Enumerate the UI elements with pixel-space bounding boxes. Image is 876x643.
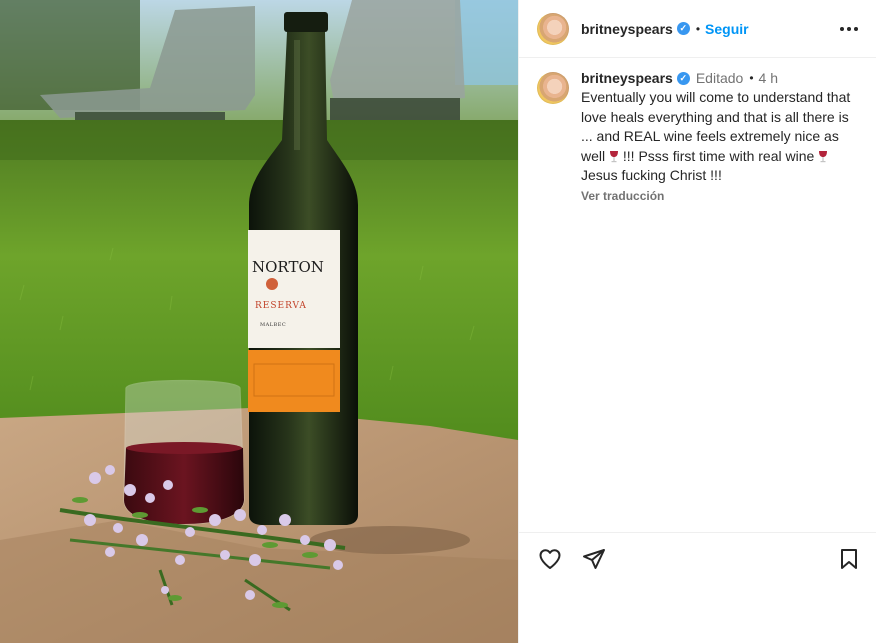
bottle-line: RESERVA (255, 301, 307, 311)
instagram-post: NORTON RESERVA MALBEC britneyspears ✓ • … (0, 0, 876, 643)
background-pool (455, 0, 518, 85)
follow-button[interactable]: Seguir (705, 21, 749, 37)
post-header: britneyspears ✓ • Seguir (519, 0, 876, 58)
comment-username[interactable]: britneyspears (581, 70, 673, 86)
bottle-band (248, 350, 340, 412)
meta-separator: • (749, 71, 754, 85)
see-translation-link[interactable]: Ver traducción (581, 189, 862, 203)
action-bar (519, 532, 876, 584)
comment-avatar[interactable] (537, 72, 569, 104)
caption-comment: britneyspears ✓ Editado • 4 h Eventually… (519, 58, 876, 203)
post-time[interactable]: 4 h (759, 70, 778, 86)
wine-photo-illustration: NORTON RESERVA MALBEC (0, 0, 518, 643)
verified-badge-icon: ✓ (676, 22, 690, 35)
post-photo[interactable]: NORTON RESERVA MALBEC (0, 0, 518, 643)
wine-glass-emoji-icon (610, 150, 619, 162)
header-separator: • (695, 21, 701, 36)
verified-badge-icon: ✓ (676, 71, 690, 85)
caption-text: Eventually you will come to understand t… (581, 88, 862, 186)
edited-label: Editado (695, 70, 744, 86)
comment-body: britneyspears ✓ Editado • 4 h Eventually… (581, 70, 862, 203)
wine-glass (123, 379, 245, 525)
comment-meta: britneyspears ✓ Editado • 4 h (581, 70, 862, 86)
share-button[interactable] (581, 546, 607, 572)
save-button[interactable] (836, 546, 862, 572)
caption-part-2: !!! Psss first time with real wine (622, 147, 815, 164)
author-username[interactable]: britneyspears (581, 21, 673, 37)
bottle-brand: NORTON (252, 258, 324, 276)
heart-icon (539, 548, 561, 569)
caption-part-3: Jesus fucking Christ !!! (581, 167, 722, 183)
like-button[interactable] (537, 546, 563, 572)
bottle-label (248, 230, 340, 348)
profile-avatar[interactable] (537, 12, 569, 45)
post-side-panel: britneyspears ✓ • Seguir britneyspears ✓… (518, 0, 876, 643)
wine-glass-emoji-icon (819, 150, 828, 162)
bookmark-icon (841, 548, 857, 569)
bottle-varietal: MALBEC (260, 322, 286, 328)
paper-plane-icon (583, 548, 605, 569)
more-options-icon[interactable] (836, 21, 862, 37)
